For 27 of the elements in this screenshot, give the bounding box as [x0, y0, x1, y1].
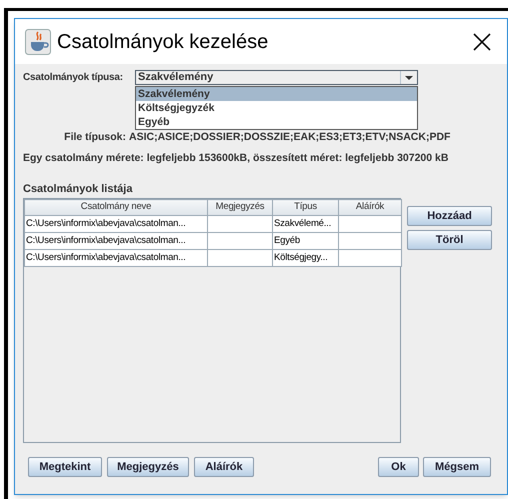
- type-dropdown[interactable]: Szakvélemény: [135, 70, 418, 85]
- table-cell: Szakvélemé...: [272, 216, 338, 232]
- button[interactable]: Ok: [378, 457, 419, 477]
- button[interactable]: Megtekint: [28, 457, 102, 477]
- window-title: Csatolmányok kezelése: [57, 30, 268, 54]
- button[interactable]: Aláírók: [194, 457, 254, 477]
- size-limit-text: Egy csatolmány mérete: legfeljebb 153600kB, összesített méret: legfeljebb 307200 kB: [23, 151, 450, 165]
- field-label: File típusok:: [63, 130, 127, 146]
- file-types-text: ASIC;ASICE;DOSSIER;DOSSZIE;EAK;ES3;ET3;ETV;NSACK;PDF: [129, 130, 450, 146]
- table-cell: Költségjegy...: [272, 250, 338, 266]
- table-cell: C:\Users\informix\abevjava\csatolman...: [24, 216, 208, 232]
- table-cell: C:\Users\informix\abevjava\csatolman...: [24, 250, 208, 266]
- button[interactable]: Megjegyzés: [107, 457, 189, 477]
- table-cell: Egyéb: [272, 232, 338, 250]
- coffee-cup-icon: [25, 28, 51, 54]
- column-header[interactable]: Aláírók: [338, 200, 402, 216]
- column-header[interactable]: Csatolmány neve: [24, 200, 208, 216]
- close-icon[interactable]: [473, 32, 491, 50]
- section-title: Csatolmányok listája: [23, 182, 134, 195]
- column-header[interactable]: Megjegyzés: [208, 200, 272, 216]
- field-label: Csatolmányok típusa:: [23, 71, 124, 85]
- button[interactable]: Hozzáad: [407, 206, 492, 226]
- button[interactable]: Mégsem: [423, 457, 491, 477]
- table-cell: C:\Users\informix\abevjava\csatolman...: [24, 232, 208, 250]
- column-header[interactable]: Típus: [272, 200, 338, 216]
- dropdown-option[interactable]: Szakvélemény: [136, 87, 417, 101]
- button[interactable]: Töröl: [407, 230, 492, 250]
